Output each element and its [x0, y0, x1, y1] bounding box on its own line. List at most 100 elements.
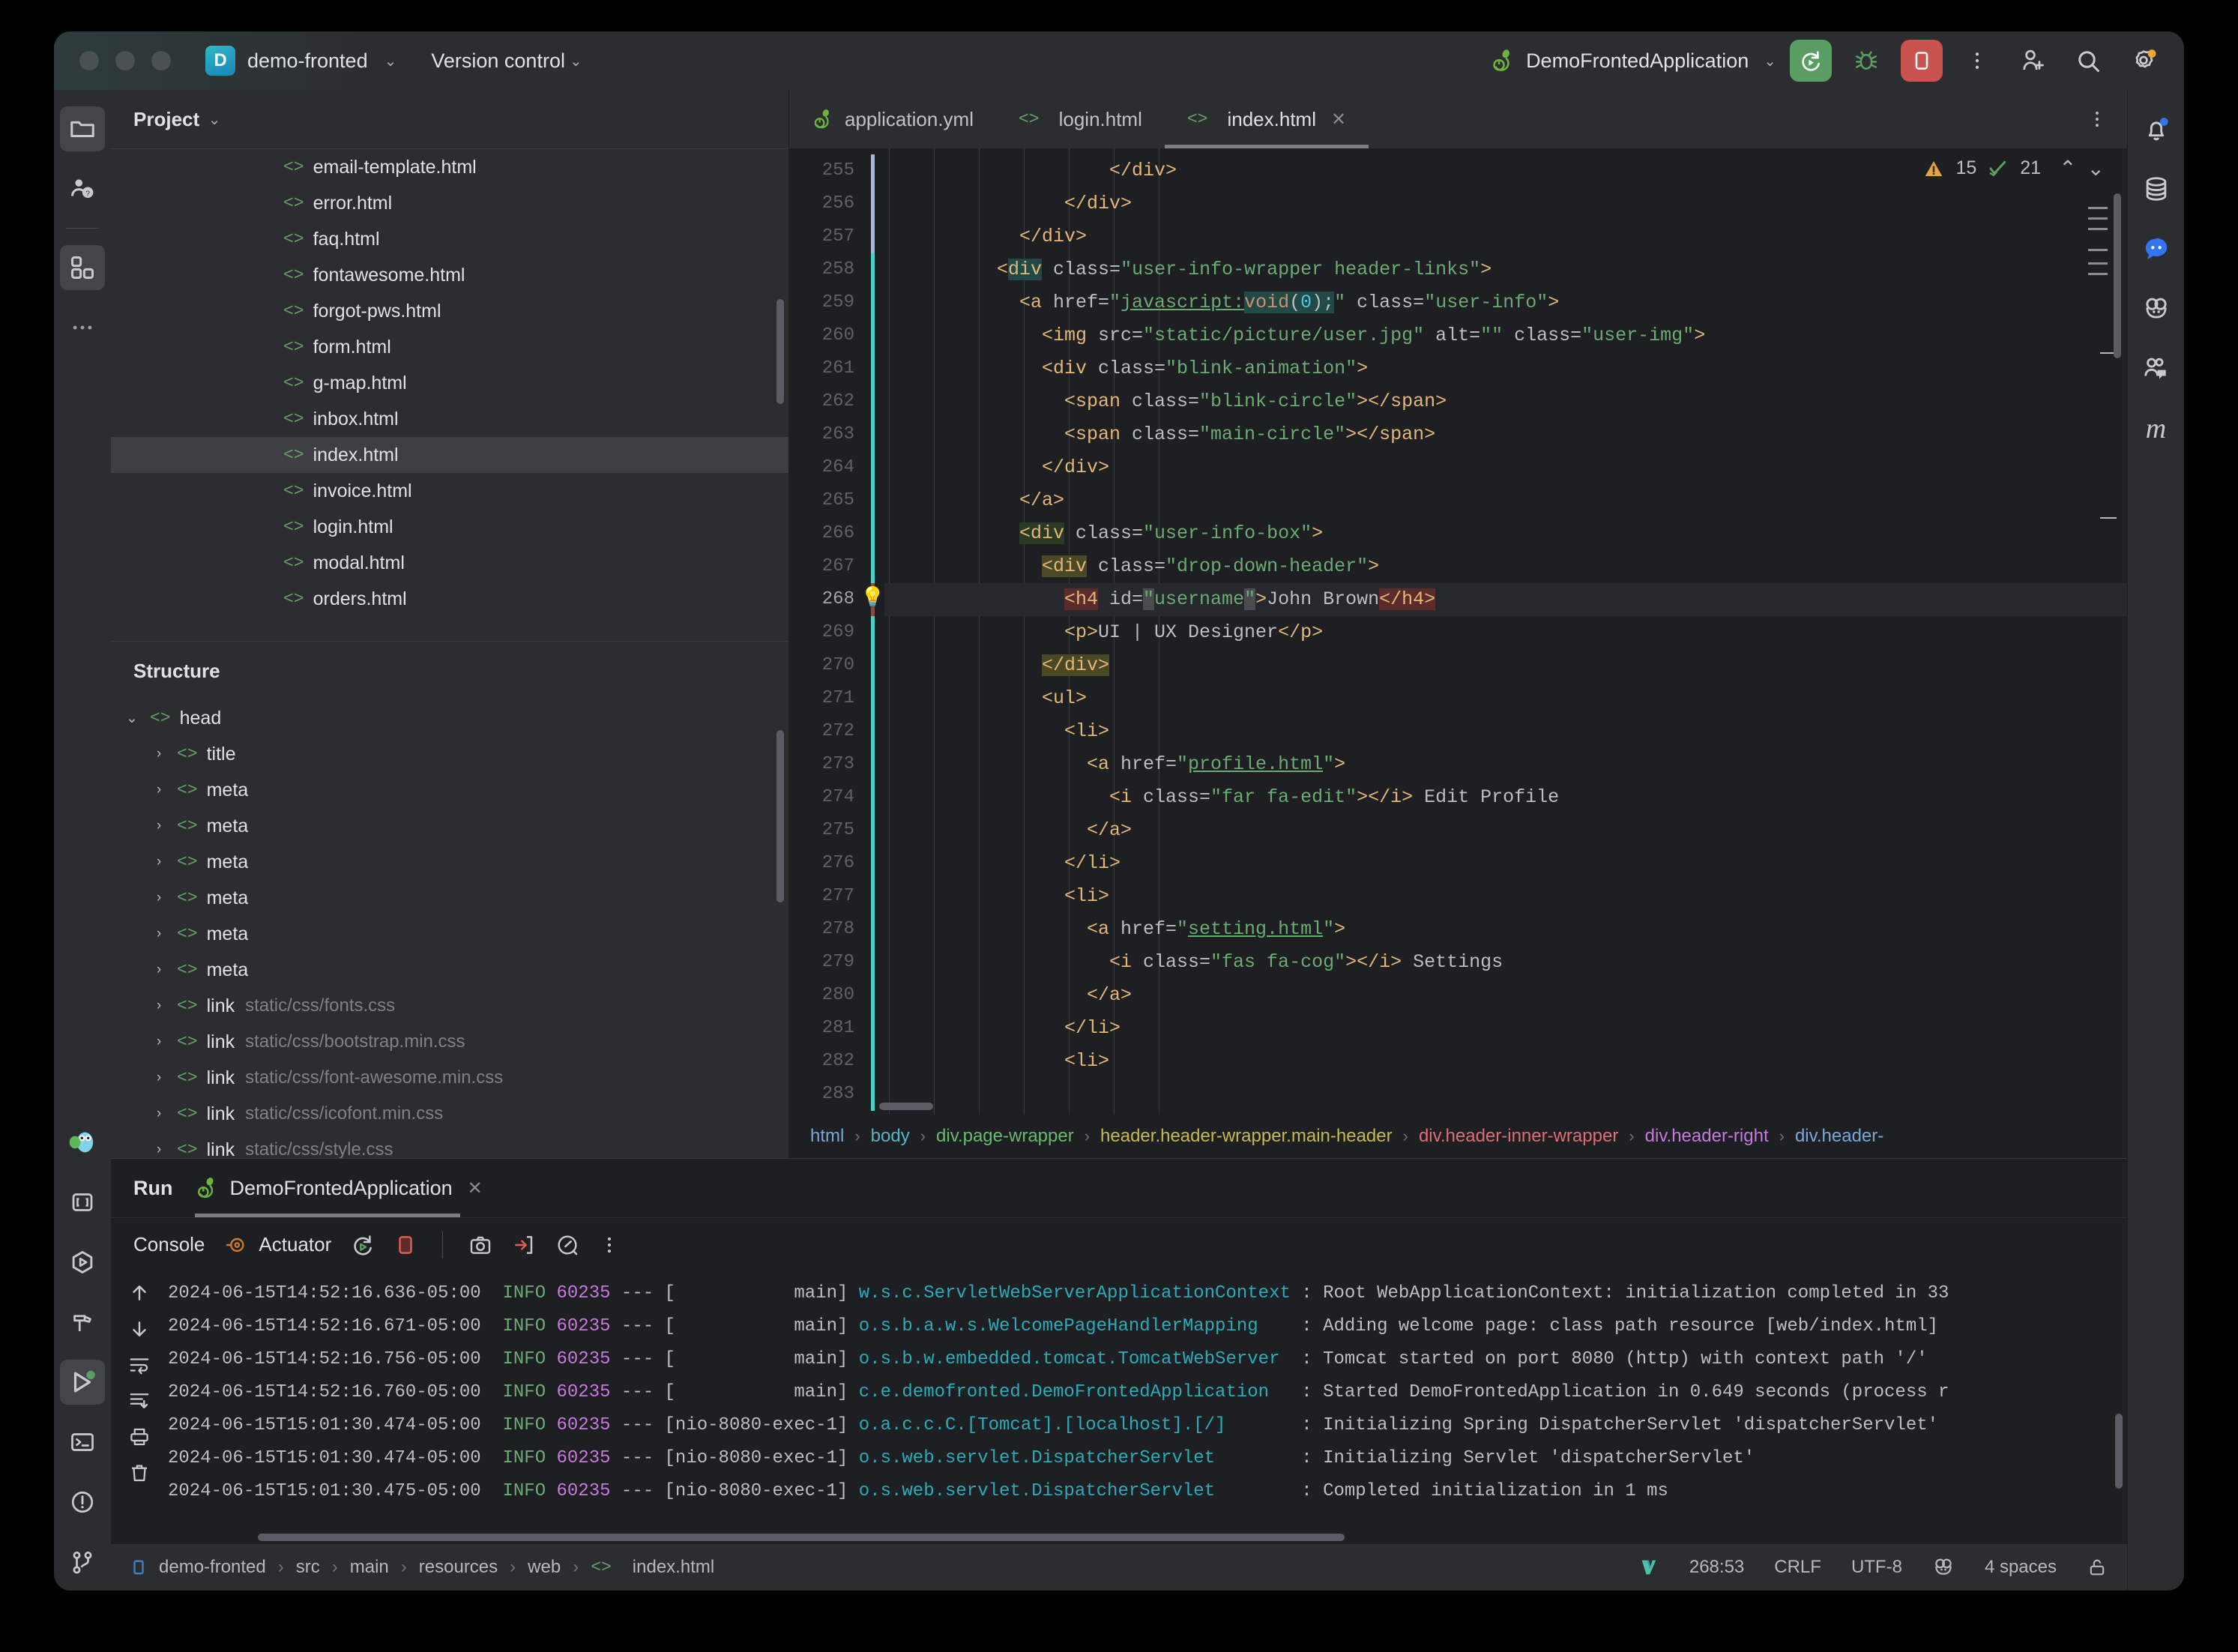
close-window-button[interactable] [79, 51, 99, 70]
code-line[interactable]: <a href="setting.html"> [884, 913, 2127, 946]
disclosure-arrow-icon[interactable]: › [148, 962, 169, 978]
code-line[interactable]: <p>UI | UX Designer</p> [884, 616, 2127, 649]
code-line[interactable]: </li> [884, 1012, 2127, 1045]
rerun-button[interactable] [351, 1233, 375, 1257]
debug-button[interactable] [1845, 40, 1887, 82]
code-line[interactable]: <span class="blink-circle"></span> [884, 385, 2127, 418]
gradle-icon[interactable] [1932, 1556, 1955, 1579]
breadcrumb-item[interactable]: div.header-right [1645, 1126, 1769, 1147]
sidebar-item-more[interactable] [60, 305, 105, 350]
sidebar-item-gradle[interactable] [2134, 286, 2179, 331]
code-line[interactable]: </a> [884, 814, 2127, 847]
code-line[interactable]: <li> [884, 1045, 2127, 1078]
next-problem-button[interactable]: ⌄ [2087, 156, 2105, 181]
code-line[interactable]: <div class="user-info-wrapper header-lin… [884, 253, 2127, 286]
project-selector[interactable]: D demo-fronted ⌄ [205, 46, 396, 76]
sidebar-item-code-with-me[interactable] [2134, 346, 2179, 391]
project-tree-scrollbar[interactable] [776, 299, 784, 404]
code-line[interactable]: <div class="blink-animation"> [884, 352, 2127, 385]
breadcrumb-item[interactable]: html [810, 1126, 844, 1147]
project-file-index-html[interactable]: <> index.html [111, 437, 788, 473]
indent-setting[interactable]: 4 spaces [1985, 1557, 2057, 1578]
project-file-email-template-html[interactable]: <> email-template.html [111, 149, 788, 185]
structure-node-head[interactable]: ⌄ <> head [111, 700, 788, 736]
disclosure-arrow-icon[interactable]: › [148, 1034, 169, 1050]
more-actions-button[interactable] [1956, 40, 1998, 82]
print-button[interactable] [128, 1426, 151, 1448]
code-line[interactable] [884, 1078, 2127, 1111]
actuator-tab[interactable]: Actuator [224, 1233, 331, 1257]
sidebar-item-build[interactable] [60, 1300, 105, 1345]
minimize-window-button[interactable] [115, 51, 135, 70]
disclosure-arrow-icon[interactable]: ⌄ [121, 710, 142, 727]
editor-horizontal-scrollbar[interactable] [879, 1103, 933, 1110]
project-panel-header[interactable]: Project ⌄ [111, 90, 788, 148]
project-file-g-map-html[interactable]: <> g-map.html [111, 365, 788, 401]
code-line[interactable]: <ul> [884, 682, 2127, 715]
window-controls[interactable] [79, 51, 171, 70]
screenshot-button[interactable] [468, 1233, 492, 1257]
editor-vertical-scrollbar[interactable] [2114, 193, 2121, 358]
disclosure-arrow-icon[interactable]: › [148, 818, 169, 834]
code-line[interactable]: <div class="user-info-box"> [884, 517, 2127, 550]
structure-node-title[interactable]: › <> title [111, 736, 788, 772]
run-configuration-selector[interactable]: DemoFrontedApplication ⌄ [1490, 48, 1776, 73]
sidebar-item-database[interactable] [2134, 166, 2179, 211]
structure-tree[interactable]: ⌄ <> head › <> title › <> meta › <> meta › <> meta › <> m… [111, 700, 788, 1158]
sidebar-item-go[interactable] [60, 1120, 105, 1165]
project-file-inbox-html[interactable]: <> inbox.html [111, 401, 788, 437]
profiler-button[interactable] [555, 1233, 579, 1257]
project-file-invoice-html[interactable]: <> invoice.html [111, 473, 788, 509]
project-file-fontawesome-html[interactable]: <> fontawesome.html [111, 257, 788, 293]
disclosure-arrow-icon[interactable]: › [148, 926, 169, 942]
structure-node-meta[interactable]: › <> meta [111, 952, 788, 988]
run-more-button[interactable] [599, 1235, 620, 1255]
unlock-icon[interactable] [2087, 1557, 2108, 1578]
search-everywhere-button[interactable] [2067, 40, 2109, 82]
code-editor[interactable]: 255 256 257 258 259 260 261 262 263 264 265 266 267 2… [789, 148, 2127, 1115]
disclosure-arrow-icon[interactable]: › [148, 854, 169, 870]
line-separator[interactable]: CRLF [1774, 1557, 1821, 1578]
project-file-faq-html[interactable]: <> faq.html [111, 221, 788, 257]
previous-problem-button[interactable]: ⌃ [2059, 156, 2076, 181]
sidebar-item-bookmarks[interactable] [60, 1180, 105, 1225]
structure-node-meta[interactable]: › <> meta [111, 844, 788, 880]
code-line[interactable]: <img src="static/picture/user.jpg" alt="… [884, 319, 2127, 352]
editor-breadcrumbs[interactable]: html › body › div.page-wrapper › header.header… [789, 1115, 2127, 1158]
code-line[interactable]: <i class="far fa-edit"></i> Edit Profile [884, 781, 2127, 814]
project-file-login-html[interactable]: <> login.html [111, 509, 788, 545]
code-line[interactable]: <li> [884, 880, 2127, 913]
run-button[interactable] [1790, 40, 1832, 82]
scroll-down-button[interactable] [128, 1318, 151, 1340]
project-file-error-html[interactable]: <> error.html [111, 185, 788, 221]
code-content[interactable]: </div> </div> </div> <div class="user-info-… [884, 148, 2127, 1115]
settings-button[interactable] [2123, 40, 2165, 82]
fold-marker[interactable] [2100, 517, 2117, 519]
editor-tab-application-yml[interactable]: application.yml [789, 90, 996, 148]
code-line[interactable]: </div> [884, 187, 2127, 220]
breadcrumb-item[interactable]: div.header- [1795, 1126, 1883, 1147]
structure-node-link[interactable]: › <> link static/css/bootstrap.min.css [111, 1024, 788, 1060]
inspection-widget[interactable]: 15 21 ⌃ ⌄ [1922, 156, 2105, 181]
code-line[interactable]: <i class="fas fa-cog"></i> Settings [884, 946, 2127, 979]
status-breadcrumb-item[interactable]: web [528, 1557, 561, 1578]
stop-button[interactable] [1901, 40, 1943, 82]
sidebar-item-run-anything[interactable] [60, 1240, 105, 1285]
console-output[interactable]: 2024-06-15T14:52:16.636-05:00 INFO 60235… [111, 1271, 2127, 1544]
export-button[interactable] [512, 1233, 536, 1257]
breadcrumb-item[interactable]: body [871, 1126, 910, 1147]
structure-node-meta[interactable]: › <> meta [111, 880, 788, 916]
structure-node-link[interactable]: › <> link static/css/font-awesome.min.css [111, 1060, 788, 1096]
structure-node-link[interactable]: › <> link static/css/fonts.css [111, 988, 788, 1024]
intention-bulb-icon[interactable]: 💡 [860, 586, 884, 609]
code-line[interactable]: </a> [884, 979, 2127, 1012]
disclosure-arrow-icon[interactable]: › [148, 1106, 169, 1122]
sidebar-item-notifications[interactable] [2134, 106, 2179, 151]
disclosure-arrow-icon[interactable]: › [148, 746, 169, 762]
sidebar-item-project[interactable] [60, 106, 105, 151]
project-file-form-html[interactable]: <> form.html [111, 329, 788, 365]
code-line[interactable]: <div class="drop-down-header"> [884, 550, 2127, 583]
breadcrumb-item[interactable]: div.page-wrapper [936, 1126, 1074, 1147]
file-encoding[interactable]: UTF-8 [1851, 1557, 1902, 1578]
sidebar-item-run[interactable] [60, 1360, 105, 1405]
